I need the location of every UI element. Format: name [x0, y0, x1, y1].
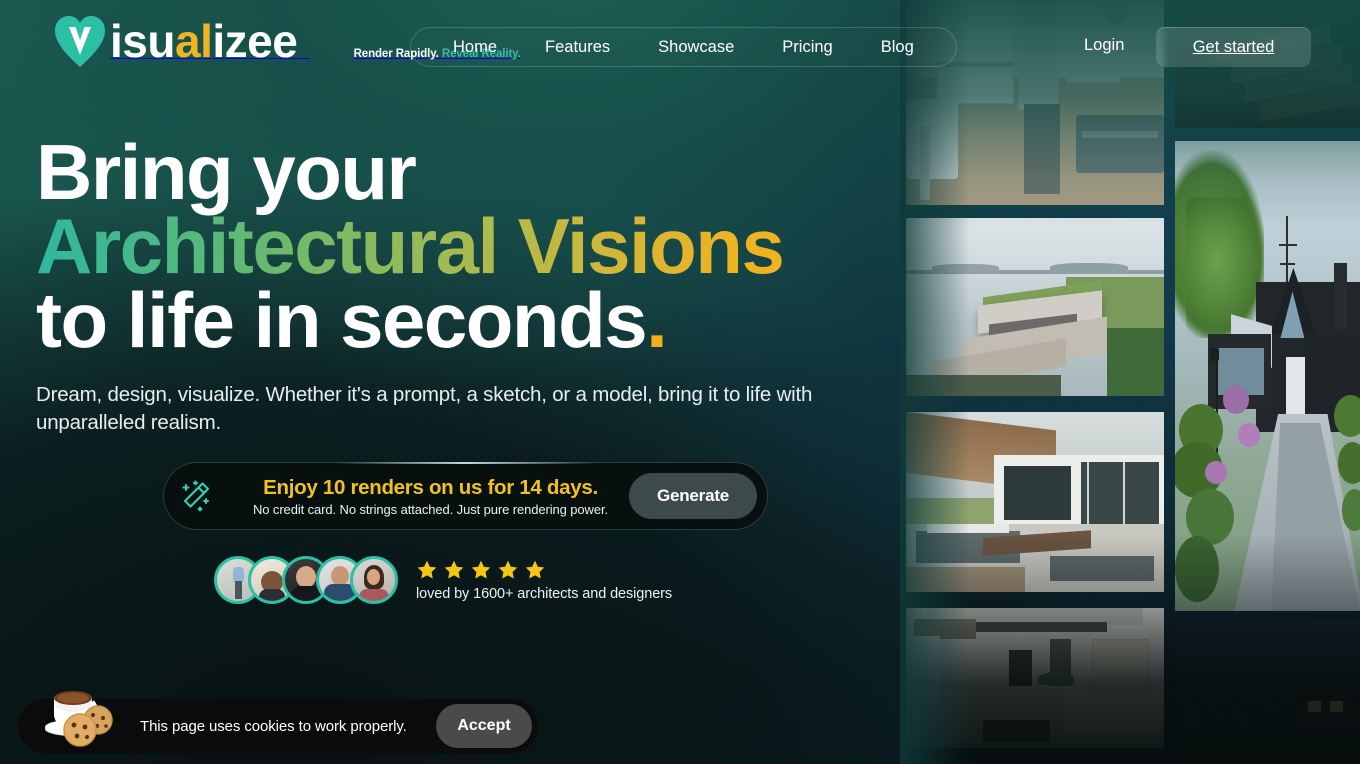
nav-item-showcase[interactable]: Showcase — [634, 38, 758, 57]
gallery-image-lakeside-modern-house[interactable] — [906, 218, 1164, 396]
page-title: Bring your Architectural Visions to life… — [36, 128, 916, 359]
logo-part-2: a — [174, 15, 201, 67]
nav-item-blog[interactable]: Blog — [857, 38, 938, 57]
logo-part-1: isu — [110, 15, 175, 67]
promo-subtitle: No credit card. No strings attached. Jus… — [253, 501, 608, 517]
social-proof: loved by 1600+ architects and designers — [214, 556, 672, 604]
star-rating — [416, 559, 672, 581]
gallery-image-poolside-pavilion-house[interactable] — [906, 412, 1164, 592]
get-started-button[interactable]: Get started — [1156, 27, 1311, 67]
headline-line-3-text: to life in seconds — [36, 276, 648, 365]
rating-block: loved by 1600+ architects and designers — [416, 559, 672, 602]
magic-wand-icon — [164, 479, 228, 513]
star-icon — [417, 560, 437, 579]
cookie-banner: This page uses cookies to work properly.… — [18, 691, 538, 753]
star-icon — [525, 560, 545, 579]
hero-subtitle: Dream, design, visualize. Whether it's a… — [36, 383, 813, 435]
avatar-group — [214, 556, 398, 604]
nav-item-home[interactable]: Home — [429, 38, 521, 57]
nav-item-pricing[interactable]: Pricing — [758, 38, 856, 57]
coffee-and-cookies-icon — [40, 681, 124, 747]
headline-period: . — [646, 276, 668, 365]
v-heart-icon — [52, 13, 108, 71]
accept-cookies-button[interactable]: Accept — [436, 704, 532, 748]
rating-label: loved by 1600+ architects and designers — [416, 585, 673, 602]
gallery-image-interior-living-room[interactable] — [906, 608, 1164, 748]
generate-button[interactable]: Generate — [629, 473, 757, 519]
page-root: isualizee Render Rapidly. Reveal Reality… — [0, 0, 1360, 764]
avatar[interactable] — [350, 556, 398, 604]
hero-section: Bring your Architectural Visions to life… — [36, 128, 916, 437]
promo-title: Enjoy 10 renders on us for 14 days. — [263, 475, 598, 499]
star-icon — [498, 560, 518, 579]
site-header: isualizee Render Rapidly. Reveal Reality… — [0, 0, 1360, 94]
star-icon — [471, 560, 491, 579]
headline-line-2: Architectural Visions — [36, 207, 916, 285]
gallery-image-night-forest-cabin[interactable] — [1175, 620, 1360, 764]
login-link[interactable]: Login — [1084, 36, 1124, 55]
promo-card: Enjoy 10 renders on us for 14 days. No c… — [163, 462, 768, 530]
cookie-message: This page uses cookies to work properly. — [140, 717, 407, 735]
logo-part-3: l — [200, 15, 213, 67]
primary-navigation: Home Features Showcase Pricing Blog — [410, 27, 957, 67]
star-icon — [444, 560, 464, 579]
headline-line-1: Bring your — [36, 128, 417, 216]
hero-render-gallery — [900, 0, 1360, 764]
logo-part-4: izee — [212, 15, 298, 67]
promo-text-block: Enjoy 10 renders on us for 14 days. No c… — [228, 476, 629, 517]
gallery-image-gothic-house-garden-path[interactable] — [1175, 141, 1360, 611]
nav-item-features[interactable]: Features — [521, 38, 634, 57]
headline-line-3: to life in seconds. — [36, 281, 916, 359]
